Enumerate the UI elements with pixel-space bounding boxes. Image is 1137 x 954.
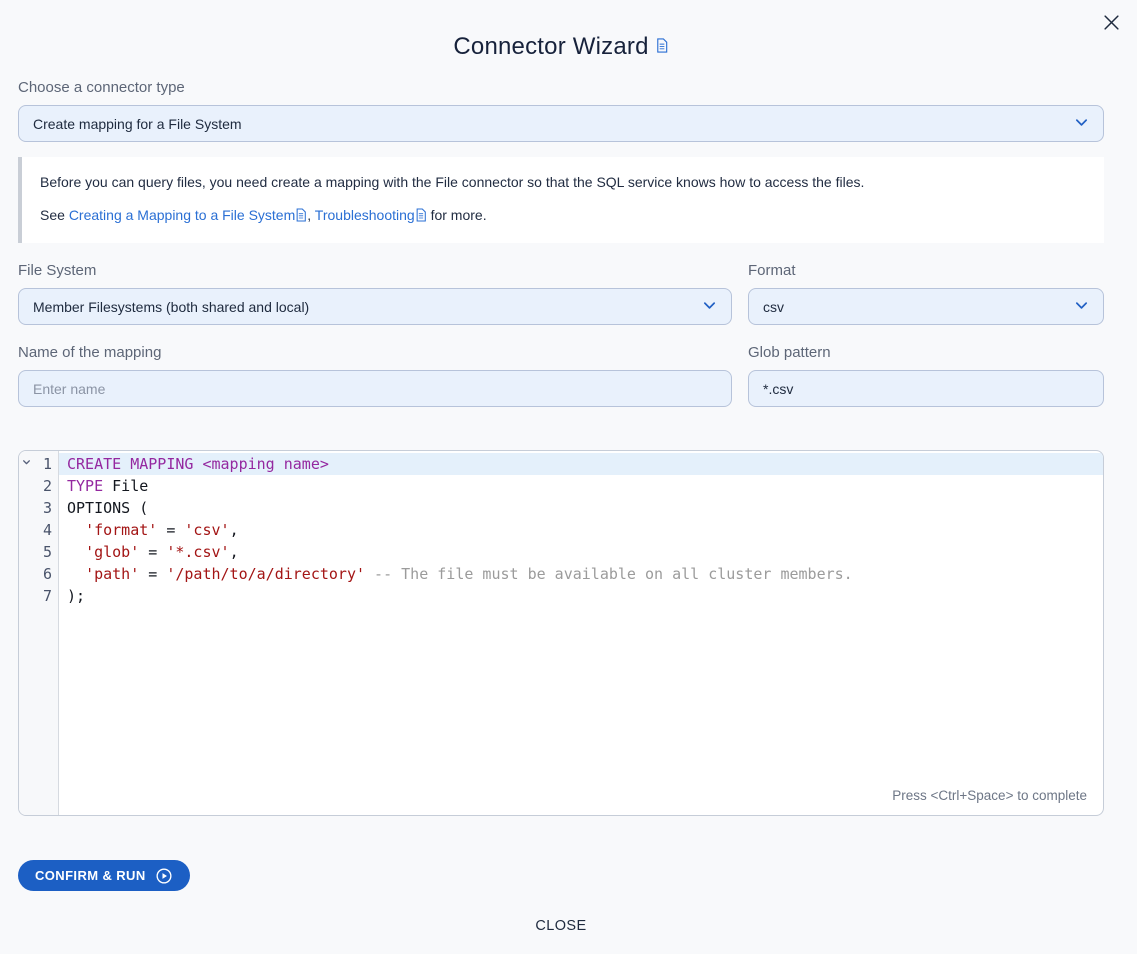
chevron-down-icon — [702, 298, 717, 316]
confirm-run-button[interactable]: CONFIRM & RUN — [18, 860, 190, 891]
format-field-group: Format csv — [748, 262, 1104, 325]
chevron-down-icon — [1074, 115, 1089, 133]
line-number: 3 — [19, 497, 59, 519]
code-text: TYPE File — [59, 475, 1103, 497]
info-box: Before you can query files, you need cre… — [18, 157, 1104, 243]
page-title: Connector Wizard — [18, 32, 1104, 61]
code-text: OPTIONS ( — [59, 497, 1103, 519]
connector-type-value: Create mapping for a File System — [33, 116, 242, 132]
format-label: Format — [748, 262, 1104, 279]
code-text: CREATE MAPPING <mapping name> — [59, 453, 1103, 475]
glob-pattern-input[interactable] — [748, 370, 1104, 407]
code-segment: , — [230, 543, 239, 561]
code-segment — [67, 543, 85, 561]
connector-type-label: Choose a connector type — [18, 79, 1104, 96]
code-segment: '*.csv' — [166, 543, 229, 561]
code-line: 7); — [19, 585, 1103, 607]
code-segment: '/path/to/a/directory' — [166, 565, 365, 583]
page-title-text: Connector Wizard — [453, 33, 648, 60]
code-segment: 'glob' — [85, 543, 139, 561]
code-segment — [67, 521, 85, 539]
code-line: 4 'format' = 'csv', — [19, 519, 1103, 541]
info-suffix: for more. — [427, 207, 487, 223]
line-number: 4 — [19, 519, 59, 541]
code-text: ); — [59, 585, 1103, 607]
code-segment: File — [103, 477, 148, 495]
chevron-down-icon — [1074, 298, 1089, 316]
code-segment: 'csv' — [184, 521, 229, 539]
code-line: 6 'path' = '/path/to/a/directory' -- The… — [19, 563, 1103, 585]
line-number: 5 — [19, 541, 59, 563]
code-segment: TYPE — [67, 477, 103, 495]
info-paragraph: Before you can query files, you need cre… — [40, 173, 1086, 193]
line-number: 7 — [19, 585, 59, 607]
sql-code-editor[interactable]: 1CREATE MAPPING <mapping name>2TYPE File… — [18, 450, 1104, 816]
code-segment: ); — [67, 587, 85, 605]
line-number: 6 — [19, 563, 59, 585]
play-circle-icon — [155, 867, 173, 885]
code-line: 2TYPE File — [19, 475, 1103, 497]
connector-type-select[interactable]: Create mapping for a File System — [18, 105, 1104, 142]
info-links-line: See Creating a Mapping to a File System,… — [40, 206, 1086, 228]
document-icon — [415, 208, 427, 228]
code-line: 3 OPTIONS ( — [19, 497, 1103, 519]
link-troubleshooting[interactable]: Troubleshooting — [315, 207, 415, 223]
code-segment: -- The file must be available on all clu… — [365, 565, 853, 583]
info-see-prefix: See — [40, 207, 69, 223]
line-number: 1 — [19, 453, 59, 475]
code-segment: <mapping name> — [202, 455, 328, 473]
format-select[interactable]: csv — [748, 288, 1104, 325]
mapping-name-field-group: Name of the mapping — [18, 344, 732, 407]
mapping-name-input[interactable] — [18, 370, 732, 407]
code-segment: = — [139, 543, 166, 561]
line-number: 2 — [19, 475, 59, 497]
document-icon — [655, 32, 669, 60]
code-segment: CREATE MAPPING — [67, 455, 202, 473]
confirm-run-label: CONFIRM & RUN — [35, 868, 146, 883]
format-value: csv — [763, 299, 784, 315]
link-creating-mapping[interactable]: Creating a Mapping to a File System — [69, 207, 295, 223]
file-system-field-group: File System Member Filesystems (both sha… — [18, 262, 732, 325]
close-icon[interactable] — [1097, 8, 1125, 36]
file-system-select[interactable]: Member Filesystems (both shared and loca… — [18, 288, 732, 325]
code-segment: = — [139, 565, 166, 583]
mapping-name-label: Name of the mapping — [18, 344, 732, 361]
info-separator: , — [307, 207, 315, 223]
autocomplete-hint: Press <Ctrl+Space> to complete — [892, 788, 1087, 803]
code-text: 'glob' = '*.csv', — [59, 541, 1103, 563]
glob-pattern-label: Glob pattern — [748, 344, 1104, 361]
document-icon — [295, 208, 307, 228]
glob-pattern-field-group: Glob pattern — [748, 344, 1104, 407]
code-segment — [67, 565, 85, 583]
code-segment: , — [230, 521, 239, 539]
code-segment: OPTIONS ( — [67, 499, 148, 517]
close-dialog-button[interactable]: CLOSE — [535, 918, 586, 934]
code-segment: 'format' — [85, 521, 157, 539]
code-line: 5 'glob' = '*.csv', — [19, 541, 1103, 563]
code-text: 'path' = '/path/to/a/directory' -- The f… — [59, 563, 1103, 585]
file-system-value: Member Filesystems (both shared and loca… — [33, 299, 309, 315]
code-segment: = — [157, 521, 184, 539]
file-system-label: File System — [18, 262, 732, 279]
code-segment: 'path' — [85, 565, 139, 583]
connector-wizard-dialog: Connector Wizard Choose a connector type… — [0, 0, 1137, 934]
code-text: 'format' = 'csv', — [59, 519, 1103, 541]
code-lines: 1CREATE MAPPING <mapping name>2TYPE File… — [19, 451, 1103, 607]
code-line: 1CREATE MAPPING <mapping name> — [19, 453, 1103, 475]
